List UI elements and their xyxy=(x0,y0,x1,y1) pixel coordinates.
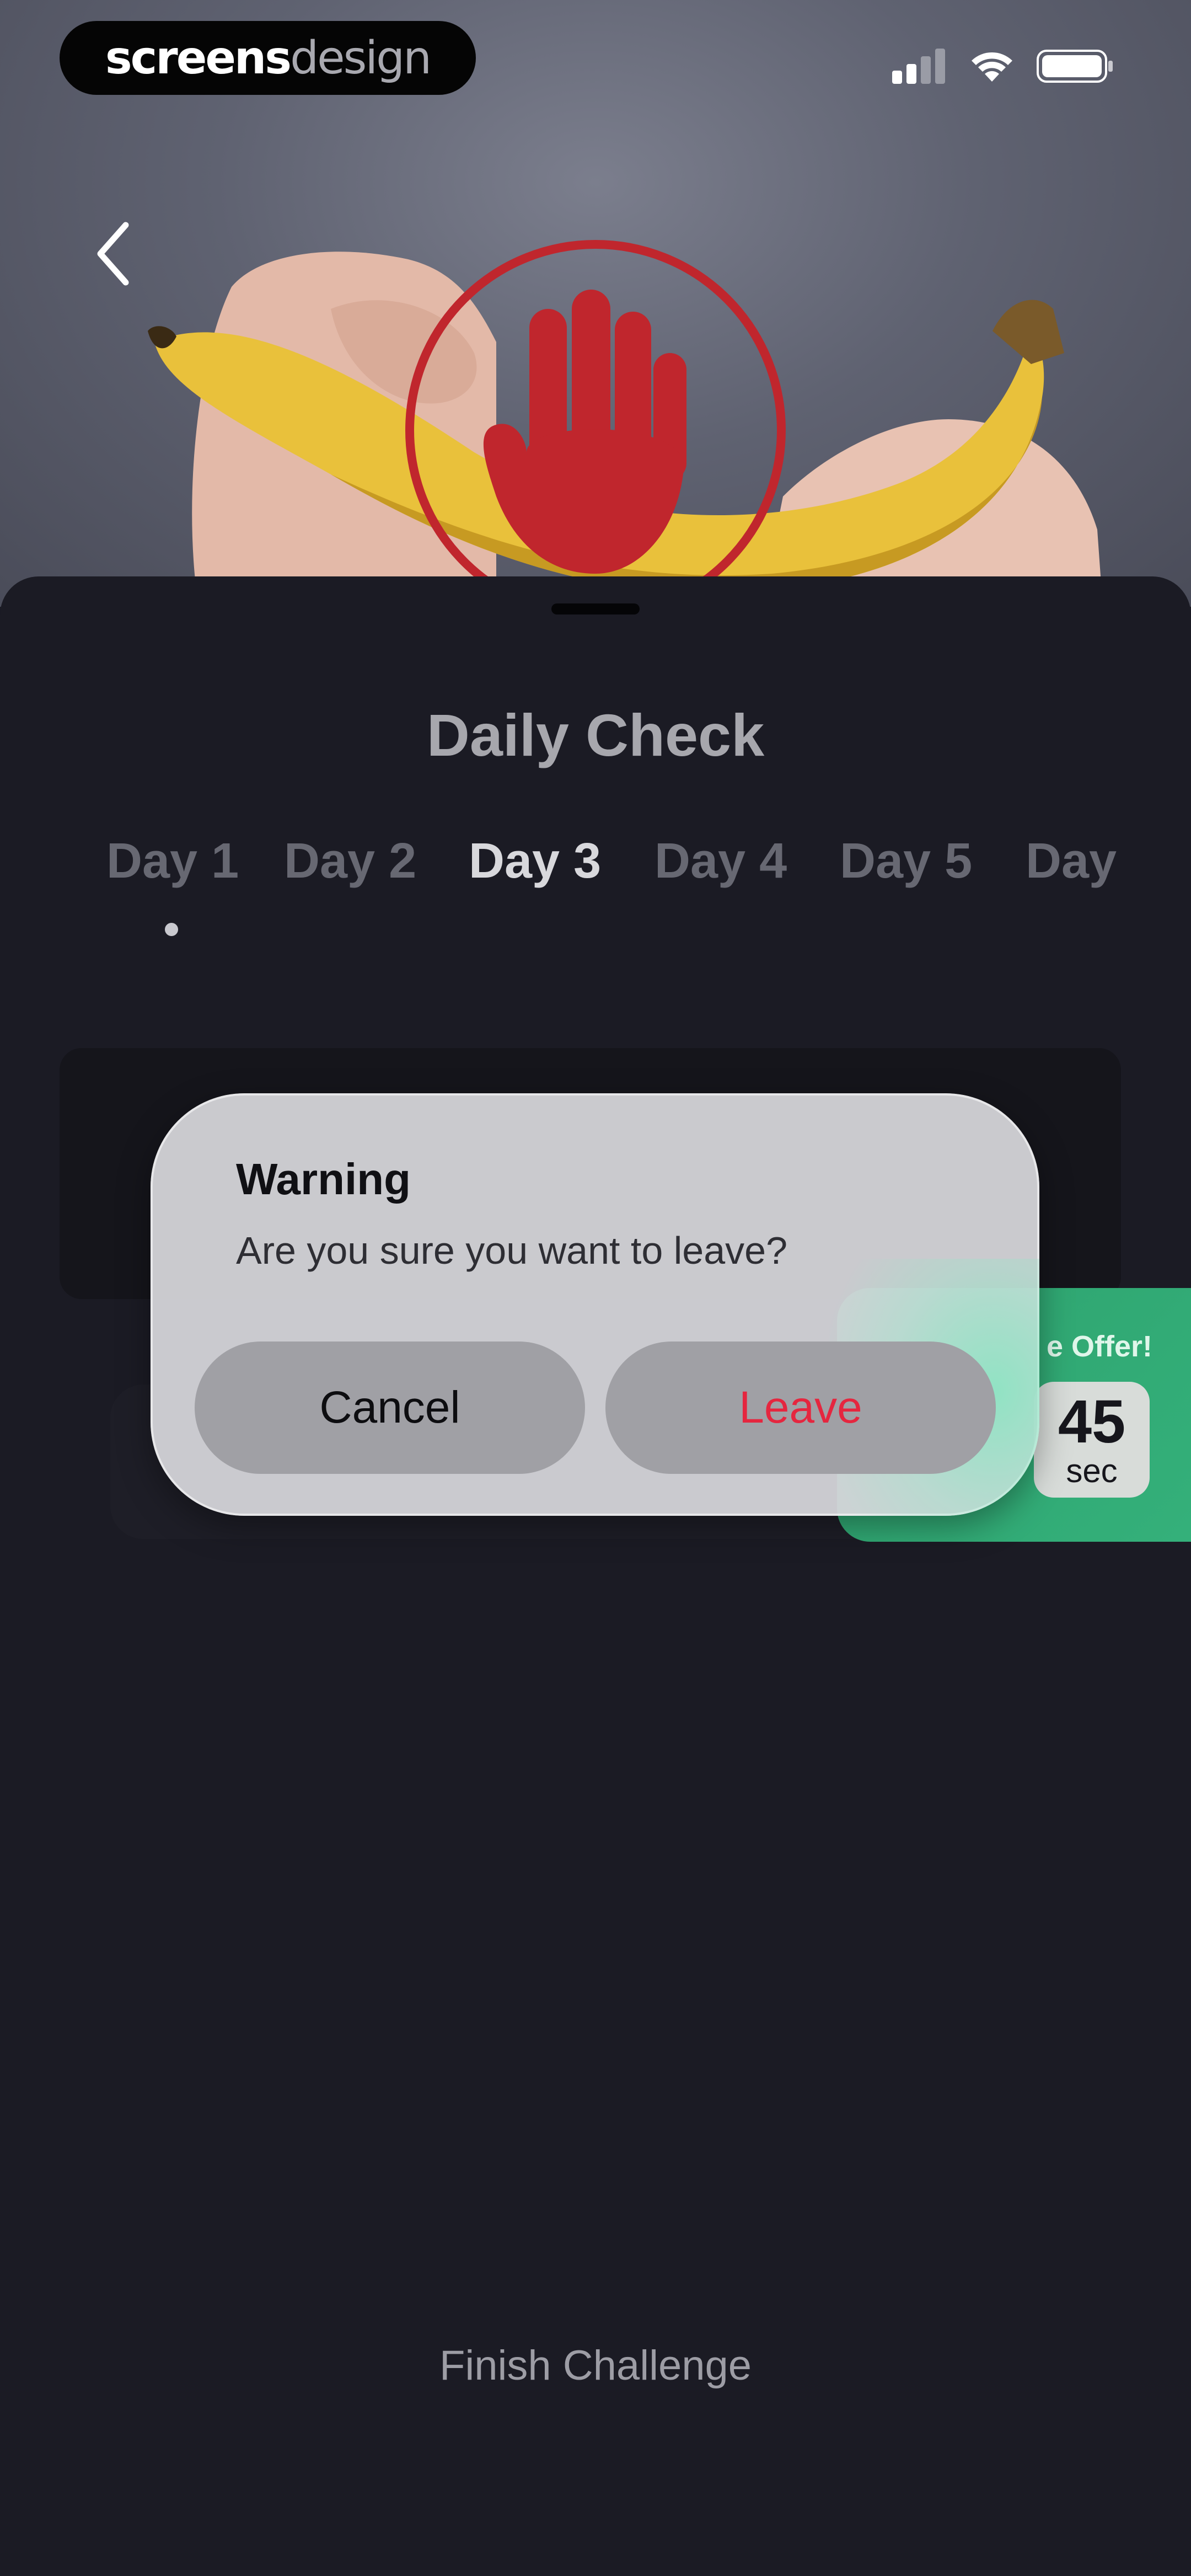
brand-logo-part1: screens xyxy=(105,31,292,84)
tab-day-1[interactable]: Day 1 xyxy=(106,833,239,890)
sheet-title: Daily Check xyxy=(426,702,765,768)
offer-label: e Offer! xyxy=(1046,1330,1152,1363)
wifi-icon xyxy=(972,52,1012,82)
tab-day-6[interactable]: Day xyxy=(1026,833,1117,890)
brand-logo: screensdesign xyxy=(60,21,476,95)
dialog-title: Warning xyxy=(236,1155,411,1204)
hero-image: screensdesign xyxy=(0,0,1191,607)
tab-day-5[interactable]: Day 5 xyxy=(840,833,972,890)
cancel-button[interactable]: Cancel xyxy=(195,1342,585,1474)
tab-day-3[interactable]: Day 3 xyxy=(469,833,601,890)
tab-day-2[interactable]: Day 2 xyxy=(284,833,416,890)
finish-challenge-button[interactable]: Finish Challenge xyxy=(0,2342,1191,2390)
chevron-left-icon xyxy=(97,222,129,286)
day-progress-dot xyxy=(165,923,178,936)
battery-icon xyxy=(1037,50,1113,83)
sheet-grabber[interactable] xyxy=(551,603,640,614)
status-bar xyxy=(892,49,1114,84)
leave-button[interactable]: Leave xyxy=(605,1342,996,1474)
warning-dialog: Warning Are you sure you want to leave? … xyxy=(151,1093,1039,1516)
tab-day-4[interactable]: Day 4 xyxy=(654,833,787,890)
brand-logo-part2: design xyxy=(290,31,432,84)
offer-timer-seconds: 45 xyxy=(1058,1388,1126,1456)
back-button[interactable] xyxy=(83,218,143,290)
offer-timer-unit: sec xyxy=(1066,1452,1118,1489)
cellular-signal-icon xyxy=(892,49,945,84)
day-tabs: Day 1 Day 2 Day 3 Day 4 Day 5 Day xyxy=(0,833,1191,905)
offer-timer: 45 sec xyxy=(1034,1382,1150,1498)
dialog-message: Are you sure you want to leave? xyxy=(236,1229,788,1272)
